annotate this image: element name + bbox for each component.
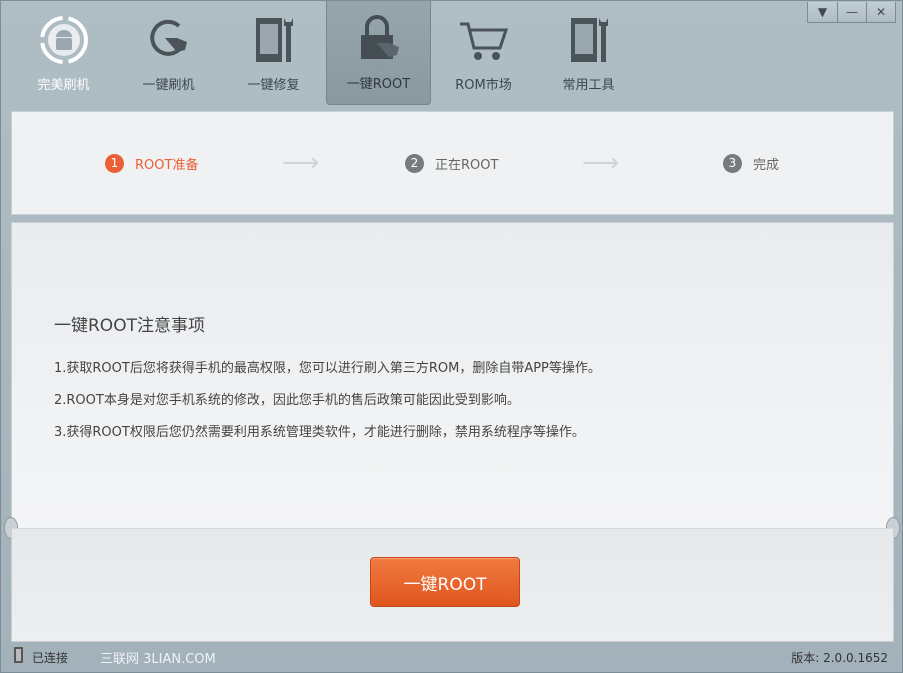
progress-steps: 1 ROOT准备 ⟶ 2 正在ROOT ⟶ 3 完成 — [11, 111, 894, 215]
minimize-button[interactable]: — — [837, 2, 866, 22]
notice-item: 3.获得ROOT权限后您仍然需要利用系统管理类软件，才能进行删除，禁用系统程序等… — [54, 425, 585, 440]
android-refresh-icon — [39, 16, 88, 64]
step-prepare: 1 ROOT准备 — [105, 153, 198, 173]
notice-item: 1.获取ROOT后您将获得手机的最高权限，您可以进行刷入第三方ROM，删除自带A… — [54, 361, 601, 376]
notice-panel: 一键ROOT注意事项 1.获取ROOT后您将获得手机的最高权限，您可以进行刷入第… — [11, 222, 894, 528]
menu-button[interactable]: ▼ — [808, 2, 837, 22]
nav-rom-market[interactable]: ROM市场 — [431, 1, 536, 105]
step-rooting: 2 正在ROOT — [405, 153, 498, 173]
action-bar: 一键ROOT — [11, 528, 894, 642]
phone-wrench-icon — [255, 18, 293, 62]
app-window: ▼ — ✕ 完美刷机 一键刷机 一键修复 一键ROOT ROM市场 常用工具 1… — [0, 0, 903, 673]
phone-icon — [14, 647, 23, 663]
connection-status: 已连接 — [32, 651, 69, 665]
one-click-root-button[interactable]: 一键ROOT — [370, 557, 520, 607]
nav-common-tools[interactable]: 常用工具 — [536, 1, 641, 105]
notice-item: 2.ROOT本身是对您手机系统的修改，因此您手机的售后政策可能因此受到影响。 — [54, 393, 520, 408]
window-controls: ▼ — ✕ — [807, 2, 896, 23]
lock-hand-icon — [360, 15, 399, 59]
status-bar: 已连接 三联网 3LIAN.COM 版本: 2.0.0.1652 — [1, 644, 903, 672]
cart-icon — [459, 22, 508, 60]
arrow-right-icon: ⟶ — [582, 148, 620, 178]
notice-title: 一键ROOT注意事项 — [54, 316, 205, 336]
step-done: 3 完成 — [723, 153, 779, 173]
nav-one-click-repair[interactable]: 一键修复 — [221, 1, 326, 105]
top-nav: 完美刷机 一键刷机 一键修复 一键ROOT ROM市场 常用工具 — [11, 1, 641, 105]
tools-icon — [570, 18, 608, 62]
nav-one-click-root[interactable]: 一键ROOT — [326, 1, 431, 105]
arrow-right-icon: ⟶ — [282, 148, 320, 178]
refresh-hand-icon — [149, 19, 187, 56]
nav-one-click-flash[interactable]: 一键刷机 — [116, 1, 221, 105]
nav-perfect-flash[interactable]: 完美刷机 — [11, 1, 116, 105]
version-label: 版本: 2.0.0.1652 — [791, 651, 888, 665]
close-button[interactable]: ✕ — [866, 2, 895, 22]
watermark: 三联网 3LIAN.COM — [100, 652, 216, 667]
